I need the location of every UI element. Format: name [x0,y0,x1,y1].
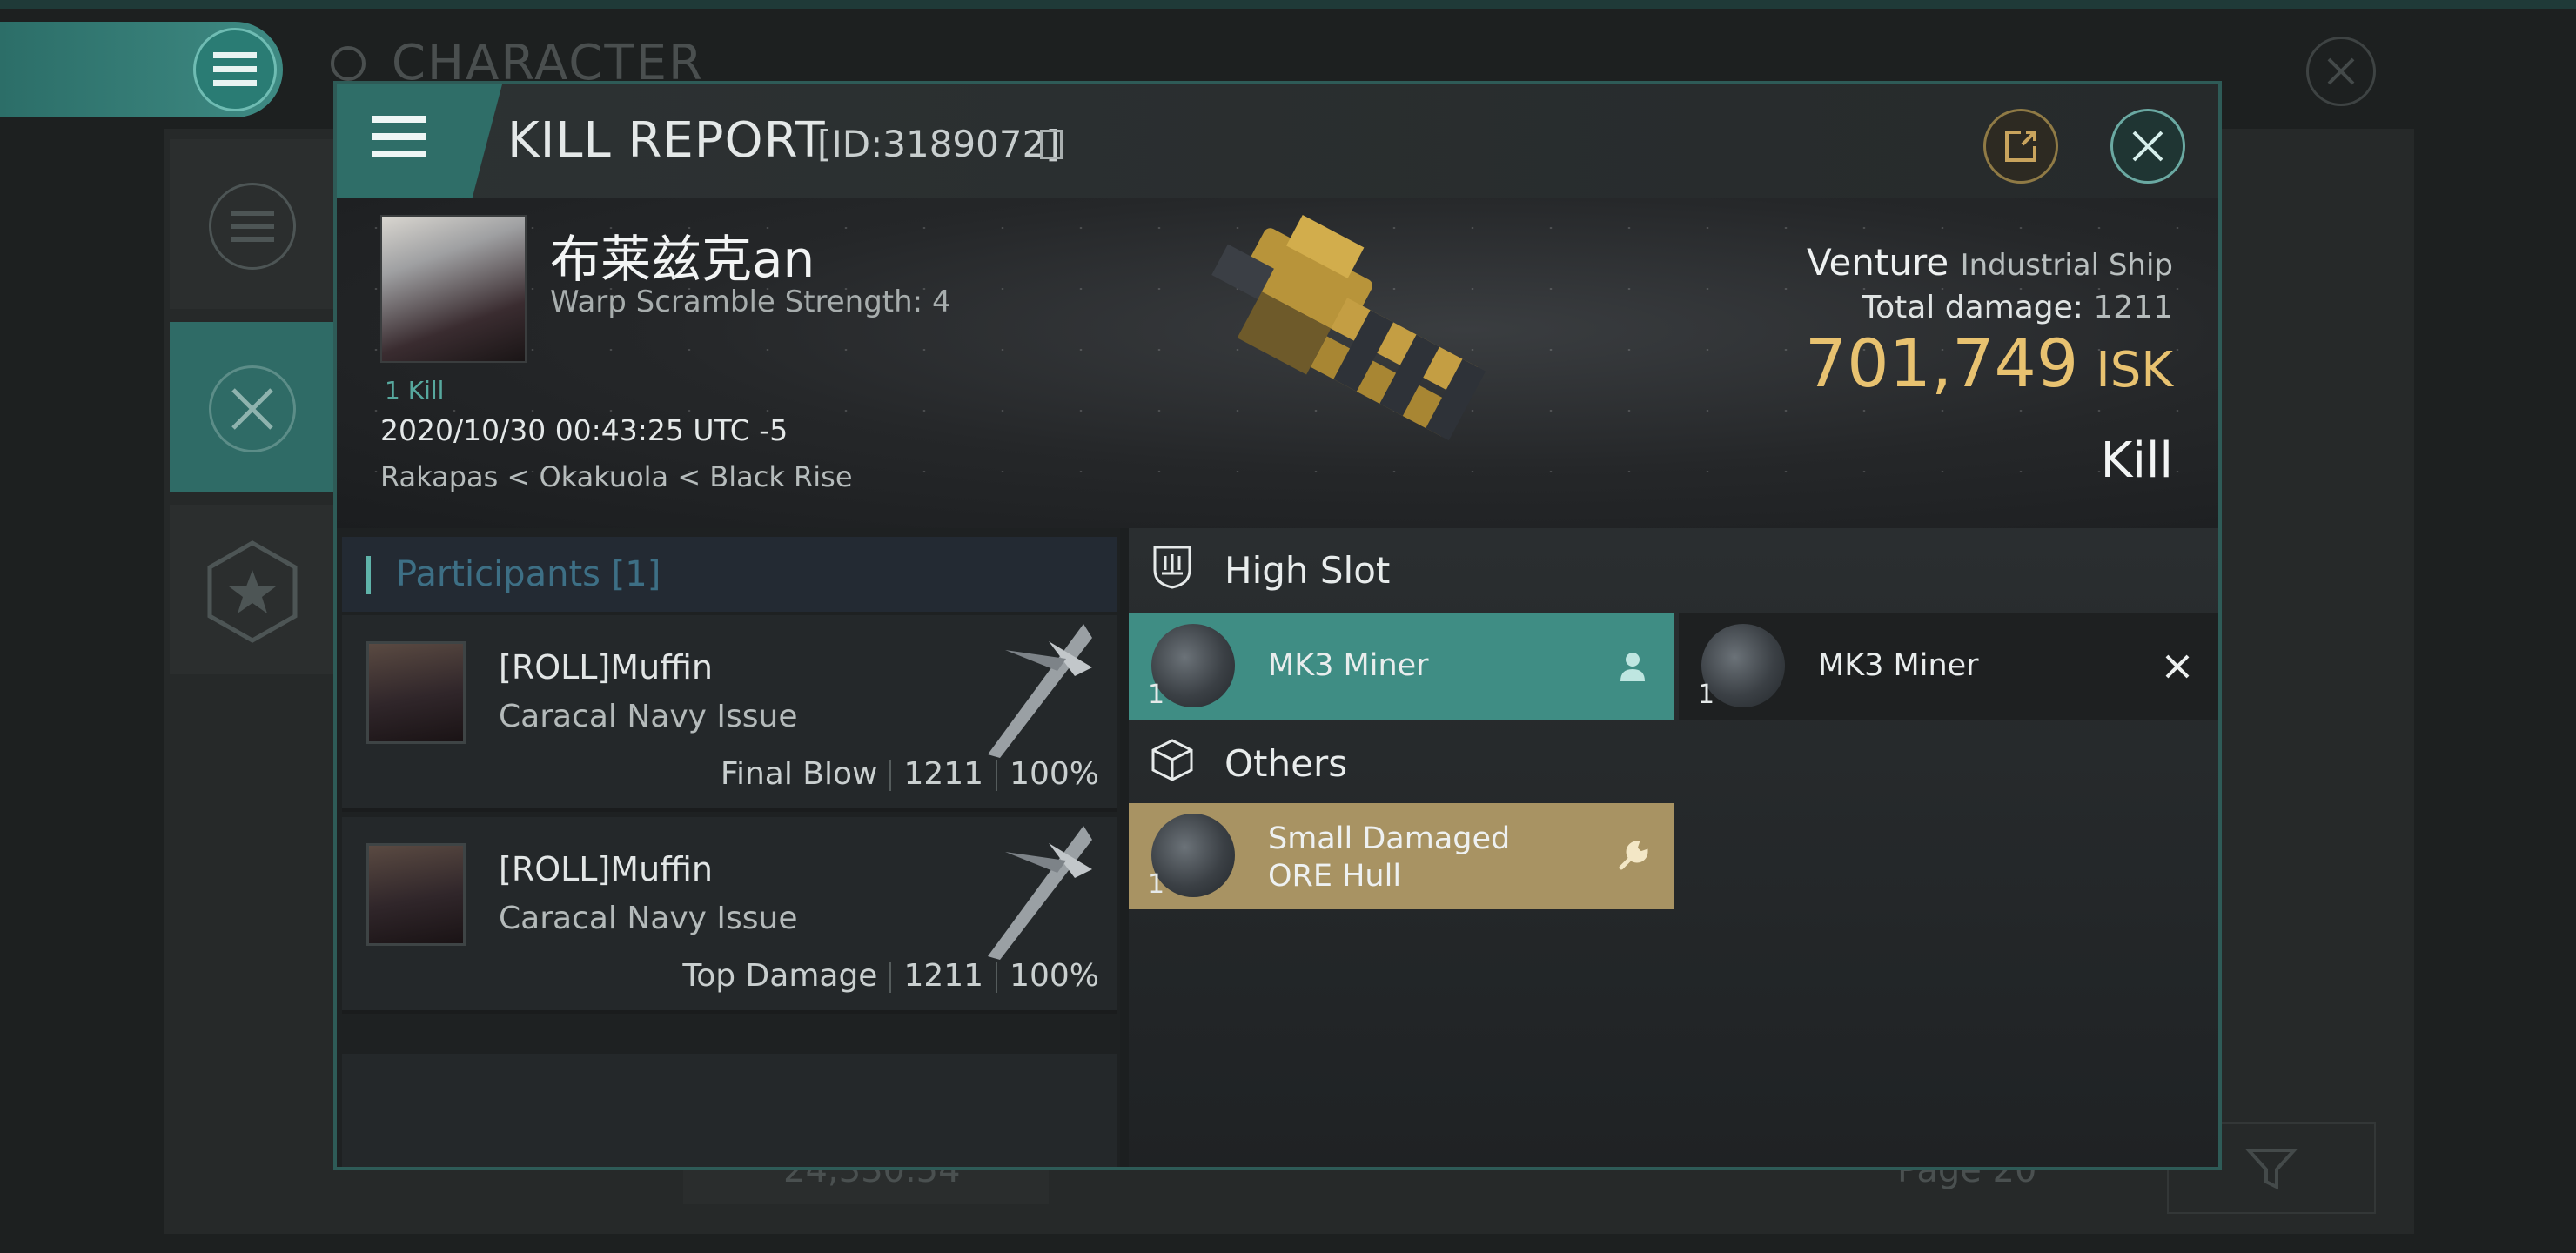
wrench-icon [1611,834,1654,878]
item-name: MK3 Miner [1268,648,1429,683]
isk-unit: ISK [2096,342,2173,399]
total-damage: Total damage: 1211 [1862,290,2173,325]
crossed-swords-icon [209,365,296,452]
others-label: Others [1224,742,1348,785]
participant-row[interactable]: [ROLL]Muffin Caracal Navy Issue Top Dama… [342,817,1117,1014]
participants-header: Participants [1] [342,537,1117,612]
isk-amount: 701,749 [1804,325,2079,402]
participant-name: [ROLL]Muffin [499,850,713,888]
item-row[interactable]: 1 MK3 Miner [1679,613,2218,720]
participant-damage: 1211 [903,958,984,994]
victim-portrait[interactable] [380,215,527,363]
participant-stats: Final Blow 1211 100% [721,756,1099,792]
kill-type: Kill [2100,432,2173,489]
item-name: MK3 Miner [1818,648,1979,683]
share-button[interactable] [1983,109,2058,184]
high-slot-label: High Slot [1224,549,1391,592]
star-hexagon-icon [207,540,298,643]
kill-location[interactable]: Rakapas < Okakuola < Black Rise [380,460,853,493]
total-damage-label: Total damage: [1862,290,2083,325]
warp-scramble-strength: Warp Scramble Strength: 4 [550,285,951,319]
participant-stats: Top Damage 1211 100% [682,958,1099,994]
item-quantity: 1 [1148,680,1165,710]
kill-report-dialog: KILL REPORT [ID:3189072] 布莱兹克an Warp Scr… [333,81,2222,1170]
sidebar-item-favorites[interactable] [170,505,335,674]
participants-pane: Participants [1] [ROLL]Muffin Caracal Na… [337,528,1120,1167]
top-strip [0,0,2576,9]
item-quantity: 1 [1148,869,1165,900]
participant-percent: 100% [1010,958,1099,994]
participants-title: Participants [1] [396,554,661,594]
caracal-ship-image [988,624,1092,758]
participant-role: Final Blow [720,756,878,792]
hamburger-icon [372,116,426,157]
total-damage-value: 1211 [2093,290,2173,325]
others-header: Others [1129,721,2218,800]
high-slot-icon [1153,546,1191,589]
participant-role: Top Damage [682,958,878,994]
participant-percent: 100% [1010,756,1099,792]
share-icon [2005,131,2036,162]
background-close-button[interactable] [2306,37,2376,106]
victim-ship-name: Venture [1807,241,1949,284]
close-icon [2132,131,2163,162]
dialog-title: KILL REPORT [507,112,826,169]
venture-ship-image [1211,215,1486,441]
participants-empty-area [342,1054,1117,1167]
participant-row[interactable]: [ROLL]Muffin Caracal Navy Issue Final Bl… [342,615,1117,812]
high-slot-header: High Slot [1129,528,2218,606]
kill-id: [ID:3189072] [817,123,1060,165]
sidebar-item-list[interactable] [170,139,335,309]
item-row[interactable]: 1 Small Damaged ORE Hull [1129,803,1674,909]
victim-banner: 布莱兹克an Warp Scramble Strength: 4 1 Kill … [337,198,2218,528]
background-sidebar [170,139,335,679]
participant-damage: 1211 [903,756,984,792]
sidebar-item-combat[interactable] [170,322,335,492]
x-icon [2156,645,2199,688]
kill-datetime: 2020/10/30 00:43:25 UTC -5 [380,413,788,447]
item-quantity: 1 [1698,680,1715,710]
isk-value: 701,749 ISK [1805,325,2173,402]
item-row[interactable]: 1 MK3 Miner [1129,613,1674,720]
item-name: Small Damaged ORE Hull [1268,821,1511,894]
copy-icon[interactable] [1040,130,1063,159]
close-button[interactable] [2110,109,2185,184]
caracal-ship-image [988,826,1092,960]
victim-ship-class: Industrial Ship [1960,248,2173,283]
participant-portrait[interactable] [366,843,466,946]
participant-ship: Caracal Navy Issue [499,699,798,734]
filter-icon [2245,1148,2298,1189]
participant-portrait[interactable] [366,641,466,744]
main-menu-button[interactable] [193,28,277,111]
close-icon [2327,57,2355,85]
participant-name: [ROLL]Muffin [499,648,713,687]
person-icon [1611,645,1654,688]
participant-ship: Caracal Navy Issue [499,901,798,936]
list-icon [209,183,296,270]
victim-name[interactable]: 布莱兹克an [550,218,815,291]
victim-ship[interactable]: Venture Industrial Ship [1807,241,2173,284]
hamburger-icon [213,52,257,86]
items-pane: High Slot 1 MK3 Miner 1 MK3 Miner Others [1129,528,2218,1167]
header-accent-bar [366,556,371,594]
victim-kill-count: 1 Kill [385,376,445,405]
cube-icon [1151,739,1193,781]
